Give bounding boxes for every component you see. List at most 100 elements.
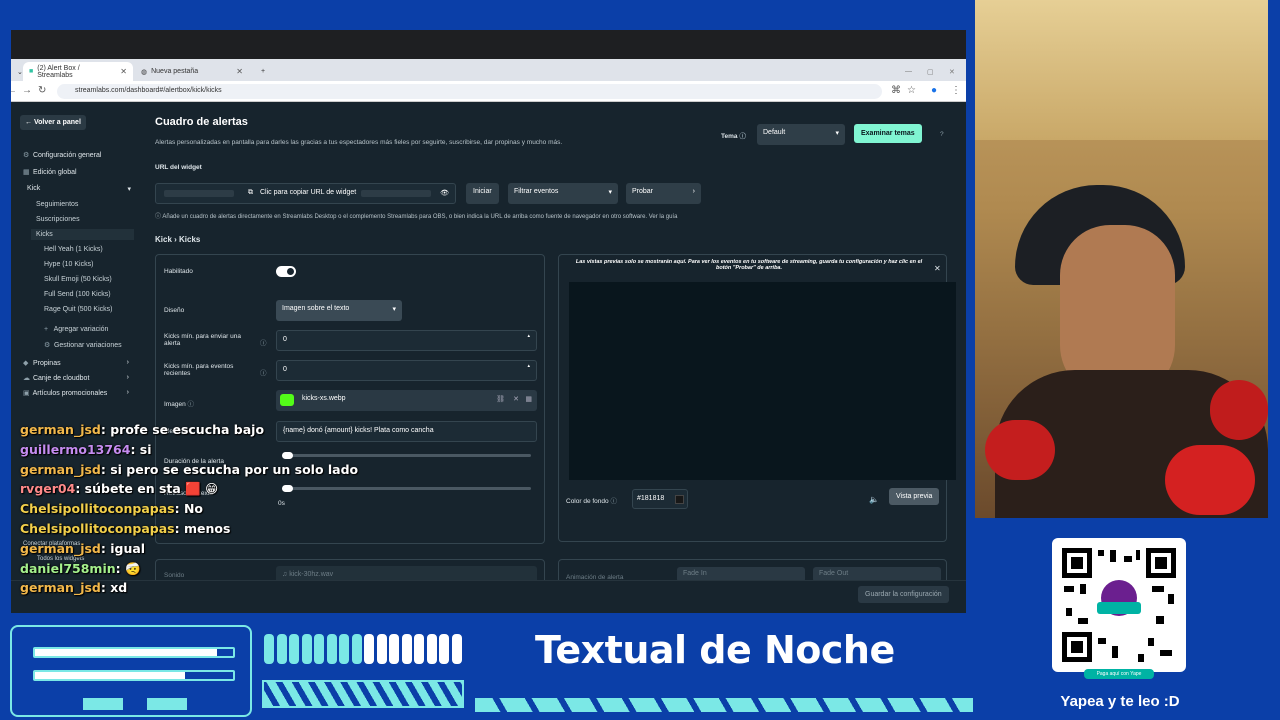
preview-button[interactable]: Vista previa <box>889 488 940 505</box>
chat-message: german_jsd: igual <box>20 539 380 559</box>
decor-pill <box>301 634 312 664</box>
sidebar-item-subscriptions[interactable]: Suscripciones <box>36 216 80 223</box>
preview-notice: Las vistas previas solo se mostrarán aqu… <box>575 259 923 271</box>
blurred-url <box>361 190 431 197</box>
tab-search-icon[interactable]: ⌄ <box>11 62 23 81</box>
theme-select[interactable]: Default ▾ <box>757 124 845 145</box>
manage-variations-button[interactable]: ⚙ Gestionar variaciones <box>44 341 122 349</box>
min-kicks-alert-input[interactable]: 0 ▴ <box>276 330 537 351</box>
plus-icon: + <box>44 326 49 333</box>
tab-alertbox[interactable]: ■ (2) Alert Box / Streamlabs ✕ <box>23 62 133 81</box>
chat-text: : igual <box>100 540 146 556</box>
stepper-icon[interactable]: ▴ <box>527 363 530 369</box>
address-bar: ← → ↻ streamlabs.com/dashboard#/alertbox… <box>11 81 966 102</box>
variation-item[interactable]: Hype (10 Kicks) <box>44 261 93 268</box>
stepper-icon[interactable]: ▴ <box>527 333 530 339</box>
help-icon[interactable]: ? <box>940 131 944 138</box>
layout-label: Diseño <box>164 307 185 314</box>
sidebar-item-follows[interactable]: Seguimientos <box>36 201 78 208</box>
blurred-url <box>164 190 234 197</box>
yape-label: Yapea y te leo :D <box>1060 693 1180 710</box>
chat-username: german_jsd <box>20 580 101 596</box>
minimize-icon[interactable]: — <box>899 62 918 81</box>
chat-username: german_jsd <box>20 461 101 477</box>
sidebar-item-general-settings[interactable]: ⚙ Configuración general <box>23 151 101 159</box>
sidebar-item-cloudbot[interactable]: ☁ Canje de cloudbot › <box>23 374 129 382</box>
sidebar-item-merch[interactable]: ▣ Artículos promocionales › <box>23 389 129 397</box>
qr-caption: Paga aquí con Yape <box>1084 669 1154 679</box>
tab-bar: ⌄ ■ (2) Alert Box / Streamlabs ✕ ◍ Nueva… <box>11 59 966 81</box>
link-icon[interactable]: ⛓ <box>496 395 505 403</box>
menu-kebab-icon[interactable]: ⋮ <box>951 85 961 96</box>
close-window-icon[interactable]: ✕ <box>943 62 961 81</box>
plush-heart <box>1210 380 1268 440</box>
decor-pill <box>389 634 399 664</box>
chat-message: rvger04: súbete en sta 🟥 😁 <box>20 479 380 499</box>
decor-pill <box>451 634 462 664</box>
color-swatch[interactable] <box>675 495 684 504</box>
close-icon[interactable]: ✕ <box>513 395 519 403</box>
stream-title: Textual de Noche <box>535 628 895 672</box>
image-file-field[interactable]: kicks-xs.webp ⛓ ✕ ▦ <box>276 390 537 411</box>
start-button[interactable]: Iniciar <box>466 183 499 204</box>
layout-select[interactable]: Imagen sobre el texto ▾ <box>276 300 402 321</box>
add-variation-button[interactable]: + Agregar variación <box>44 326 108 333</box>
variation-item[interactable]: Hell Yeah (1 Kicks) <box>44 246 103 253</box>
browse-themes-button[interactable]: Examinar temas <box>854 124 922 143</box>
reload-icon[interactable]: ↻ <box>38 85 46 96</box>
tab-new[interactable]: ◍ Nueva pestaña ✕ <box>135 62 249 81</box>
close-tab-icon[interactable]: ✕ <box>120 67 127 76</box>
test-button[interactable]: Probar › <box>626 183 701 204</box>
variation-item[interactable]: Rage Quit (500 Kicks) <box>44 306 112 313</box>
forward-arrow-icon[interactable]: → <box>22 85 32 96</box>
chat-message: Chelsipollitoconpapas: menos <box>20 519 380 539</box>
sidebar-item-global-edit[interactable]: ▦ Edición global <box>23 168 77 176</box>
kick-image-thumbnail <box>280 394 294 406</box>
chat-message: Chelsipollitoconpapas: No <box>20 499 380 519</box>
sidebar-item-kicks[interactable]: Kicks <box>31 229 134 240</box>
bg-color-input[interactable]: #181818 <box>632 489 688 509</box>
decor-pill <box>339 634 349 664</box>
save-settings-button[interactable]: Guardar la configuración <box>858 586 949 603</box>
maximize-icon[interactable]: ▢ <box>921 62 940 81</box>
chevron-right-icon: › <box>126 389 129 396</box>
back-to-panel-button[interactable]: ← Volver a panel <box>20 115 86 130</box>
sidebar-item-tips[interactable]: ◆ Propinas › <box>23 359 129 367</box>
new-tab-button[interactable]: + <box>255 62 271 81</box>
chat-text: : 🤕 <box>115 560 141 576</box>
translate-icon[interactable]: ⌘ <box>891 85 901 96</box>
widget-hint: ⓘ Añade un cuadro de alertas directament… <box>155 214 678 220</box>
wall-background <box>975 0 1268 140</box>
decor-pill <box>401 634 412 664</box>
decor-pill <box>289 634 299 664</box>
chat-text: : si <box>130 441 152 457</box>
decor-pill <box>351 634 362 664</box>
filter-events-select[interactable]: Filtrar eventos ▾ <box>508 183 618 204</box>
speaker-icon[interactable]: 🔈 <box>869 495 879 504</box>
variation-item[interactable]: Skull Emoji (50 Kicks) <box>44 276 112 283</box>
yape-qr-code: Paga aquí con Yape <box>1052 538 1186 679</box>
enabled-toggle[interactable] <box>276 266 296 277</box>
min-kicks-recent-input[interactable]: 0 ▴ <box>276 360 537 381</box>
decor-pill <box>426 634 437 664</box>
url-input[interactable]: streamlabs.com/dashboard#/alertbox/kick/… <box>57 84 882 99</box>
bookmark-star-icon[interactable]: ☆ <box>907 85 916 96</box>
gear-icon: ⚙ <box>23 152 30 159</box>
sidebar-item-kick[interactable]: Kick ▾ <box>27 185 131 193</box>
chevron-right-icon: › <box>692 188 695 195</box>
grid-icon[interactable]: ▦ <box>525 395 532 403</box>
variation-item[interactable]: Full Send (100 Kicks) <box>44 291 111 298</box>
profile-avatar[interactable]: ● <box>931 85 937 96</box>
chat-username: Chelsipollitoconpapas <box>20 501 175 517</box>
close-tab-icon[interactable]: ✕ <box>236 67 243 76</box>
widget-url-field[interactable]: ⧉ Clic para copiar URL de widget 👁 <box>155 183 456 204</box>
chevron-right-icon: › <box>126 374 129 381</box>
info-icon: ⓘ <box>260 340 267 347</box>
back-arrow-icon[interactable]: ← <box>11 85 17 96</box>
chat-message: guillermo13764: si <box>20 440 380 460</box>
eye-icon[interactable]: 👁 <box>440 189 449 197</box>
image-label: Imagen ⓘ <box>164 401 194 408</box>
chat-text: : súbete en sta 🟥 😁 <box>75 481 219 497</box>
chat-username: Chelsipollitoconpapas <box>20 520 175 536</box>
close-icon[interactable]: ✕ <box>934 264 941 273</box>
